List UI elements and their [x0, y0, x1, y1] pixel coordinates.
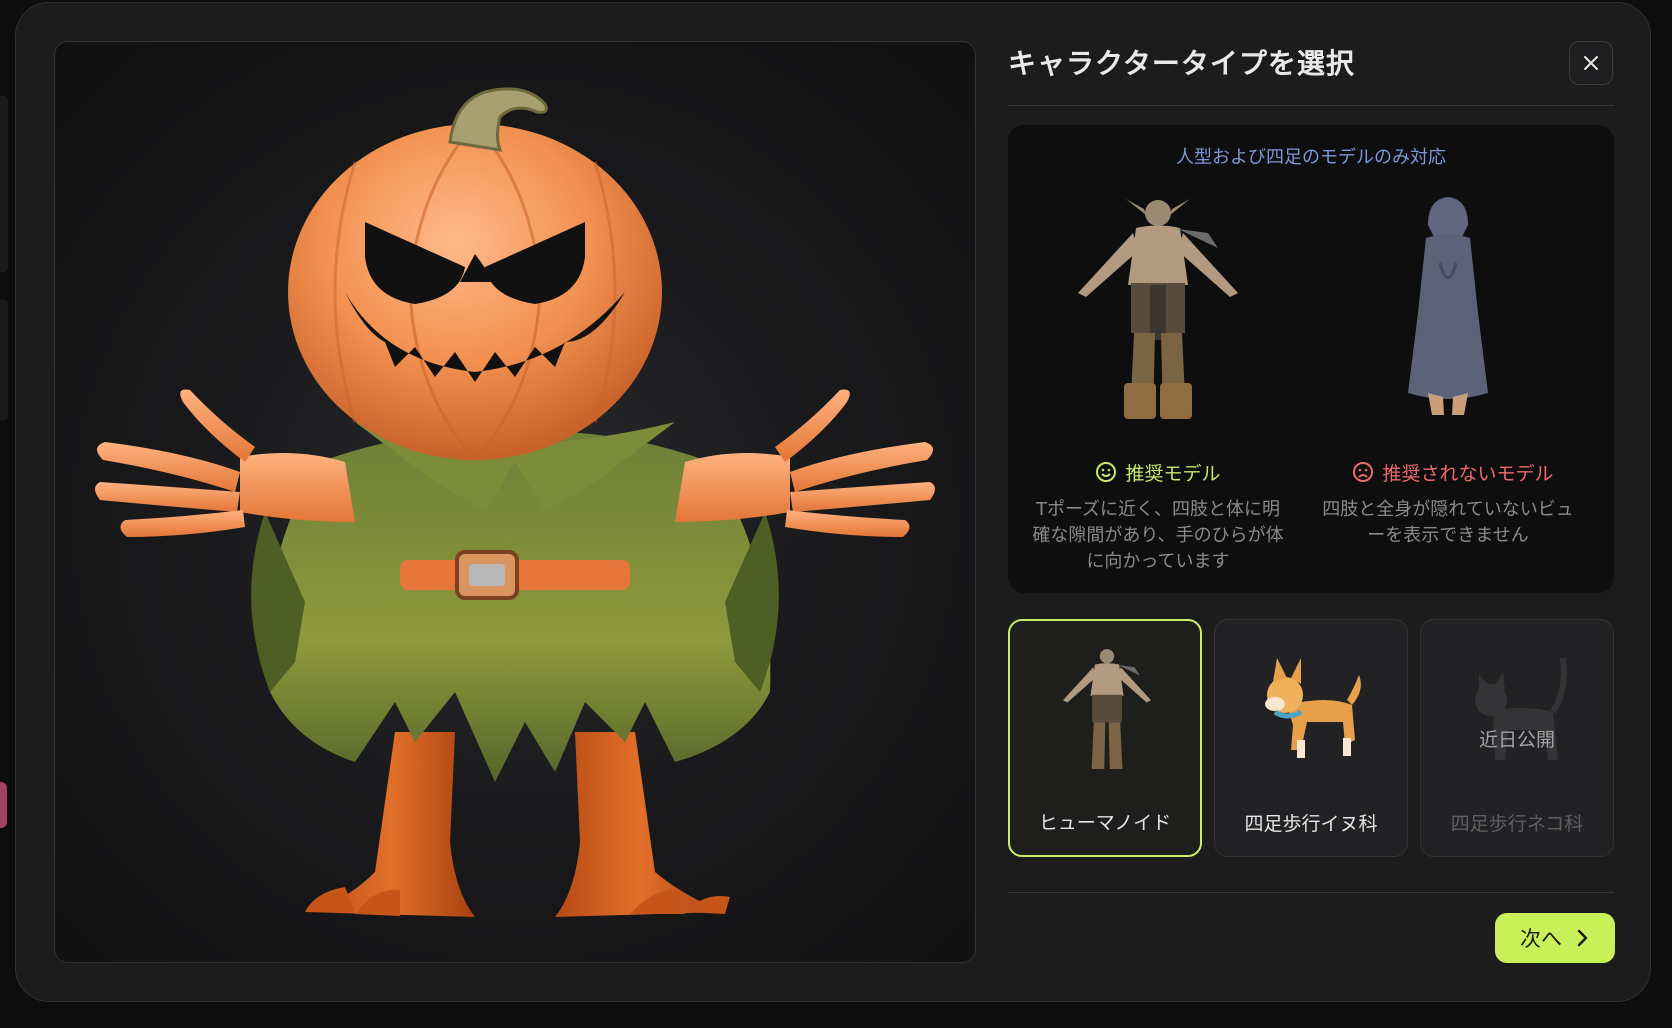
humanoid-icon — [1063, 649, 1151, 769]
type-card-canine[interactable]: 四足歩行イヌ科 — [1214, 619, 1408, 857]
background-sidebar-accent — [0, 782, 7, 828]
not-recommended-model-image — [1408, 197, 1488, 415]
header-divider — [1008, 105, 1614, 106]
not-recommended-model-label: 推奨されないモデル — [1308, 457, 1598, 487]
recommended-model-description: Tポーズに近く、四肢と体に明 確な隙間があり、手のひらが体 に向かっています — [1023, 497, 1293, 575]
background-sidebar-edge — [0, 96, 8, 272]
cat-icon — [1475, 657, 1567, 760]
type-card-humanoid[interactable]: ヒューマノイド — [1008, 619, 1202, 857]
dialog-title: キャラクタータイプを選択 — [1008, 47, 1355, 80]
description-line: に向かっています — [1086, 551, 1230, 572]
coming-soon-badge: 近日公開 — [1478, 729, 1555, 751]
type-card-label: 四足歩行ネコ科 — [1450, 813, 1584, 835]
close-button[interactable] — [1569, 41, 1613, 85]
description-line: 四肢と全身が隠れていないビュ — [1322, 499, 1574, 520]
pumpkin-character-preview — [95, 87, 935, 917]
description-line: 確な隙間があり、手のひらが体 — [1032, 525, 1284, 546]
support-note: 人型および四足のモデルのみ対応 — [1176, 147, 1446, 168]
not-recommended-model-text: 推奨されないモデル — [1382, 462, 1554, 485]
description-line: ーを表示できません — [1367, 525, 1529, 546]
footer-divider — [1008, 892, 1614, 893]
next-button[interactable]: 次へ — [1495, 913, 1615, 963]
type-card-label: 四足歩行イヌ科 — [1244, 813, 1378, 835]
type-card-label: ヒューマノイド — [1038, 812, 1172, 834]
dog-icon — [1265, 658, 1361, 758]
background-sidebar-edge — [0, 300, 8, 420]
type-card-feline: 近日公開 四足歩行ネコ科 — [1420, 619, 1614, 857]
model-viewer[interactable] — [54, 41, 976, 963]
recommended-model-image — [1078, 199, 1238, 419]
recommended-model-text: 推奨モデル — [1125, 462, 1221, 485]
close-icon — [1584, 56, 1598, 70]
next-button-label: 次へ — [1520, 927, 1562, 951]
guidance-panel: 人型および四足のモデルのみ対応 推奨モデル 推奨されないモデル Tポーズに近く、… — [1008, 125, 1614, 593]
frown-icon — [1353, 462, 1374, 482]
recommended-model-label: 推奨モデル — [1058, 457, 1258, 487]
not-recommended-model-description: 四肢と全身が隠れていないビュ ーを表示できません — [1313, 497, 1583, 549]
description-line: Tポーズに近く、四肢と体に明 — [1035, 499, 1281, 520]
smile-icon — [1096, 462, 1117, 482]
chevron-right-icon — [1577, 929, 1588, 947]
